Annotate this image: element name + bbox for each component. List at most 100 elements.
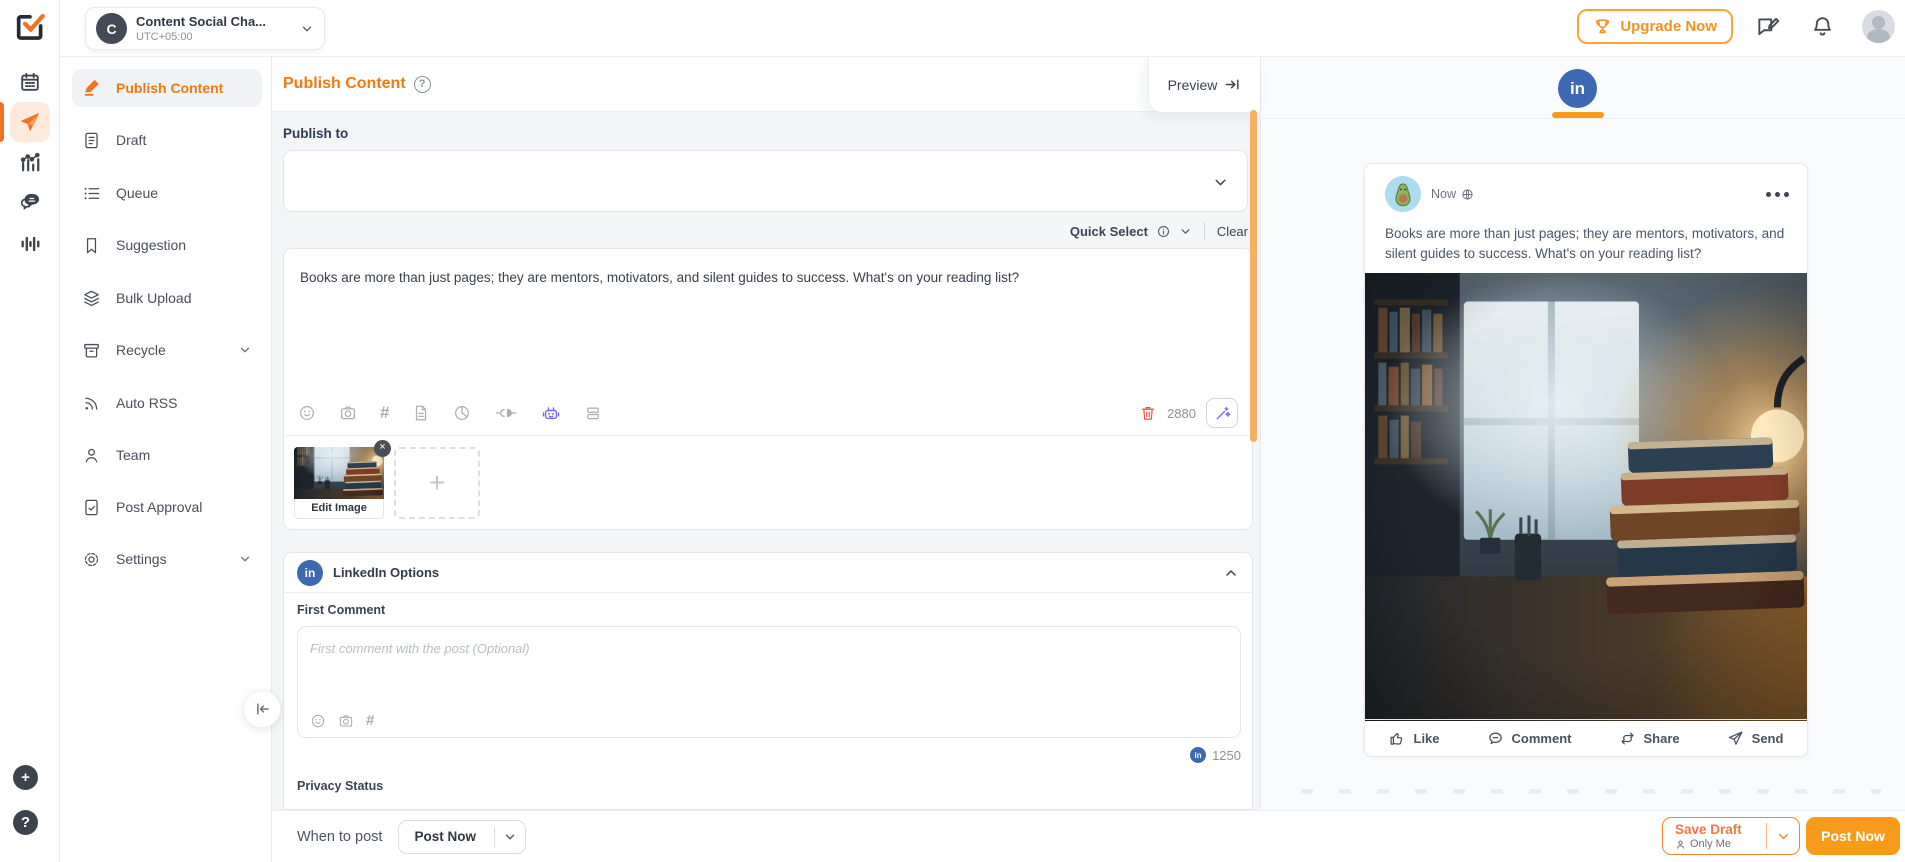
save-draft-button[interactable]: Save Draft Only Me	[1662, 817, 1800, 855]
quick-select-button[interactable]: Quick Select	[1070, 224, 1148, 239]
camera-icon[interactable]	[339, 404, 357, 422]
first-comment-box: #	[297, 626, 1241, 738]
pie-chart-icon[interactable]	[453, 404, 471, 422]
utm-plug-icon[interactable]	[494, 404, 518, 422]
sidebar-item-auto-rss[interactable]: Auto RSS	[72, 384, 262, 422]
footer-bar: When to post Post Now Save Draft Only Me…	[272, 810, 1905, 862]
publish-paper-plane-icon[interactable]	[10, 102, 50, 142]
person-icon	[1677, 840, 1684, 849]
sidebar-item-team[interactable]: Team	[72, 436, 262, 474]
sidebar-item-label: Settings	[116, 551, 167, 567]
chevron-down-icon	[506, 834, 515, 839]
document-icon[interactable]	[412, 404, 430, 422]
help-button[interactable]: ?	[13, 810, 38, 835]
post-now-button[interactable]: Post Now	[1806, 817, 1900, 855]
archive-box-icon	[84, 343, 99, 357]
sidebar-item-label: Auto RSS	[116, 395, 178, 411]
add-workspace-button[interactable]: +	[13, 765, 38, 790]
info-icon[interactable]	[1156, 224, 1171, 239]
edit-image-button[interactable]: Edit Image	[294, 498, 384, 519]
linkedin-options-title: LinkedIn Options	[333, 565, 440, 580]
preview-toggle-button[interactable]: Preview	[1148, 57, 1260, 113]
sidebar-item-label: Publish Content	[116, 80, 224, 96]
first-comment-toolbar: #	[310, 712, 374, 729]
sidebar-item-suggestion[interactable]: Suggestion	[72, 226, 262, 264]
planner-calendar-icon[interactable]	[10, 62, 50, 102]
chevron-down-icon[interactable]	[1179, 225, 1192, 238]
rss-icon	[85, 397, 98, 410]
preview-post-text: Books are more than just pages; they are…	[1385, 226, 1785, 261]
like-button[interactable]: Like	[1389, 730, 1440, 747]
inbox-chat-icon[interactable]	[10, 182, 50, 222]
sidebar-item-bulk-upload[interactable]: Bulk Upload	[72, 279, 262, 317]
share-button[interactable]: Share	[1619, 730, 1680, 747]
publish-to-select[interactable]	[283, 150, 1248, 212]
main-content: Publish Content ? Preview Publish to Qui…	[272, 57, 1260, 862]
workspace-avatar: C	[96, 13, 127, 44]
ai-bot-icon[interactable]	[541, 403, 561, 423]
upgrade-now-button[interactable]: Upgrade Now	[1577, 9, 1733, 44]
preview-network-tabs: in	[1261, 57, 1905, 119]
post-menu-icon[interactable]	[1766, 191, 1789, 197]
question-icon: ?	[20, 814, 31, 831]
app-root: + ? C Content Social Cha... UTC+05:00 Up…	[0, 0, 1905, 862]
app-logo-icon	[16, 13, 45, 40]
add-media-button[interactable]: +	[394, 446, 480, 519]
composer-toolbar: # 2880	[284, 391, 1252, 435]
chevron-down-icon	[240, 347, 250, 353]
user-avatar[interactable]	[1862, 10, 1895, 43]
ai-wand-button[interactable]	[1206, 398, 1238, 428]
preview-post-image	[1365, 273, 1807, 721]
emoji-icon[interactable]	[298, 404, 316, 422]
notifications-bell-icon[interactable]	[1810, 14, 1835, 39]
send-plane-icon	[1728, 730, 1743, 745]
save-draft-dropdown[interactable]	[1767, 829, 1799, 844]
when-to-post-select[interactable]: Post Now	[398, 819, 527, 854]
sidebar-item-draft[interactable]: Draft	[72, 121, 262, 159]
sidebar-item-queue[interactable]: Queue	[72, 174, 262, 212]
workspace-selector[interactable]: C Content Social Cha... UTC+05:00	[85, 7, 325, 50]
sidebar-item-recycle[interactable]: Recycle	[72, 331, 262, 369]
privacy-status-label: Privacy Status	[297, 779, 384, 793]
arrow-to-bar-icon	[1226, 79, 1239, 90]
faded-footnote	[1301, 789, 1881, 794]
audio-waveform-icon[interactable]	[10, 224, 50, 264]
help-tooltip-icon[interactable]: ?	[413, 75, 431, 93]
sidebar-collapse-button[interactable]	[243, 690, 281, 728]
split-rows-icon[interactable]	[584, 404, 602, 422]
page-title: Publish Content	[283, 75, 406, 92]
linkedin-options-header[interactable]: in LinkedIn Options	[284, 553, 1252, 593]
hashtag-icon[interactable]: #	[366, 712, 374, 729]
analytics-icon[interactable]	[10, 142, 50, 182]
icon-rail: + ?	[0, 0, 60, 862]
sidebar-item-post-approval[interactable]: Post Approval	[72, 488, 262, 526]
queue-list-icon	[84, 187, 100, 199]
plus-icon: +	[428, 466, 446, 498]
sidebar-item-publish-content[interactable]: Publish Content	[72, 69, 262, 107]
chevron-up-icon[interactable]	[1223, 565, 1239, 581]
camera-icon[interactable]	[338, 713, 354, 729]
send-button[interactable]: Send	[1727, 730, 1783, 747]
feedback-message-icon[interactable]	[1755, 14, 1781, 40]
linkedin-options-card: in LinkedIn Options First Comment #	[283, 552, 1253, 810]
chevron-down-icon	[240, 556, 250, 562]
media-attachments-row: Edit Image × +	[284, 435, 1252, 529]
post-text-editor[interactable]: Books are more than just pages; they are…	[284, 249, 1252, 391]
hashtag-icon[interactable]: #	[380, 403, 389, 423]
clear-selection-button[interactable]: Clear	[1217, 224, 1248, 239]
character-count: 2880	[1167, 405, 1196, 421]
content-scrollbar[interactable]	[1250, 110, 1257, 442]
first-comment-input[interactable]	[298, 627, 1240, 705]
remove-media-icon[interactable]: ×	[374, 439, 391, 457]
delete-post-icon[interactable]	[1139, 404, 1157, 422]
gear-icon	[84, 552, 99, 566]
linkedin-tab[interactable]: in	[1558, 69, 1597, 108]
attached-image	[294, 447, 384, 499]
media-thumbnail[interactable]: Edit Image ×	[294, 439, 391, 519]
composer-card: Books are more than just pages; they are…	[283, 248, 1253, 530]
emoji-icon[interactable]	[310, 713, 326, 729]
publish-sidebar: Publish Content Draft Queue Suggestion B…	[60, 57, 272, 862]
sidebar-item-settings[interactable]: Settings	[72, 540, 262, 578]
comment-button[interactable]: Comment	[1487, 730, 1571, 747]
document-check-icon	[85, 499, 98, 515]
